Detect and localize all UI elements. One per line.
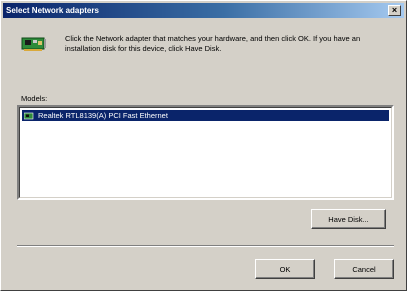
models-listbox[interactable]: Realtek RTL8139(A) PCI Fast Ethernet <box>17 105 394 200</box>
list-item[interactable]: Realtek RTL8139(A) PCI Fast Ethernet <box>22 110 389 121</box>
separator <box>17 245 394 247</box>
have-disk-button[interactable]: Have Disk... <box>311 209 386 229</box>
close-button[interactable]: × <box>388 5 401 16</box>
models-label: Models: <box>21 94 48 103</box>
select-network-adapters-dialog: Select Network adapters × Click the Netw… <box>0 0 407 291</box>
network-card-icon <box>21 37 46 51</box>
ok-button[interactable]: OK <box>255 259 315 279</box>
list-item-label: Realtek RTL8139(A) PCI Fast Ethernet <box>38 111 168 120</box>
cancel-button[interactable]: Cancel <box>334 259 394 279</box>
ok-label: OK <box>279 264 291 274</box>
network-card-icon <box>24 112 34 119</box>
cancel-label: Cancel <box>352 264 376 274</box>
have-disk-label: Have Disk... <box>328 214 369 224</box>
window-title: Select Network adapters <box>6 6 99 15</box>
listbox-frame: Realtek RTL8139(A) PCI Fast Ethernet <box>19 107 392 198</box>
title-bar[interactable]: Select Network adapters × <box>3 3 404 18</box>
instructions-text: Click the Network adapter that matches y… <box>65 34 361 53</box>
close-icon: × <box>391 5 398 15</box>
